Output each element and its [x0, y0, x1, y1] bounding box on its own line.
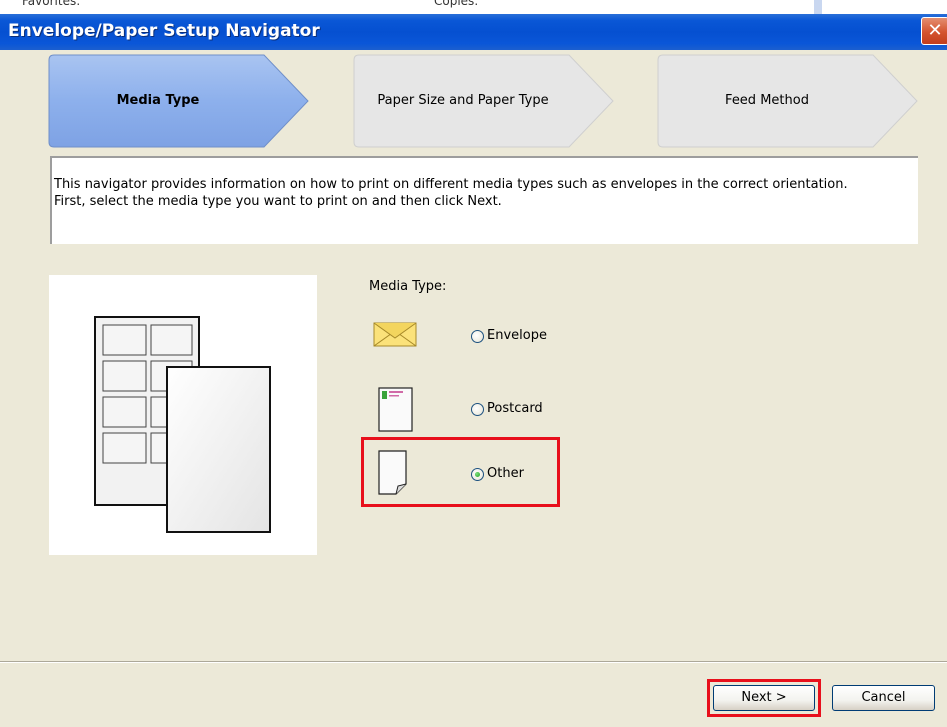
postcard-radio-label: Postcard [487, 401, 543, 416]
step-paper-size-type: Paper Size and Paper Type [353, 54, 615, 148]
postcard-radio-option[interactable]: Postcard [471, 400, 543, 418]
envelope-radio-label: Envelope [487, 328, 547, 343]
step-label-paper-size-type: Paper Size and Paper Type [377, 93, 549, 108]
background-favorites-label: Favorites: [22, 0, 81, 8]
step-label-media-type: Media Type [116, 93, 200, 108]
next-button[interactable]: Next > [713, 685, 815, 711]
background-scrollbar [814, 0, 822, 14]
close-button[interactable]: ✕ [921, 17, 947, 45]
description-line-1: This navigator provides information on h… [54, 177, 848, 192]
footer-separator [0, 661, 947, 663]
postcard-radio[interactable] [471, 402, 484, 416]
background-window-strip: Favorites: Copies: [0, 0, 947, 14]
title-bar: Envelope/Paper Setup Navigator ✕ [0, 14, 947, 50]
envelope-radio-option[interactable]: Envelope [471, 327, 547, 345]
labels-sheet-illustration [94, 316, 271, 533]
media-type-label: Media Type: [369, 279, 447, 294]
step-feed-method: Feed Method [657, 54, 919, 148]
cancel-button[interactable]: Cancel [832, 685, 935, 711]
postcard-icon [378, 387, 413, 432]
close-icon: ✕ [927, 20, 943, 41]
other-option-highlight [361, 437, 560, 507]
step-label-feed-method: Feed Method [725, 93, 809, 108]
envelope-icon [373, 322, 417, 347]
step-media-type[interactable]: Media Type [48, 54, 310, 148]
envelope-radio[interactable] [471, 329, 484, 343]
background-copies-label: Copies: [434, 0, 479, 8]
dialog-title: Envelope/Paper Setup Navigator [8, 21, 320, 41]
description-line-2: First, select the media type you want to… [54, 194, 502, 209]
media-preview-panel [49, 275, 317, 555]
description-box: This navigator provides information on h… [50, 156, 918, 244]
dialog-client-area: Media Type Paper Size and Paper Type Fee… [0, 50, 947, 727]
